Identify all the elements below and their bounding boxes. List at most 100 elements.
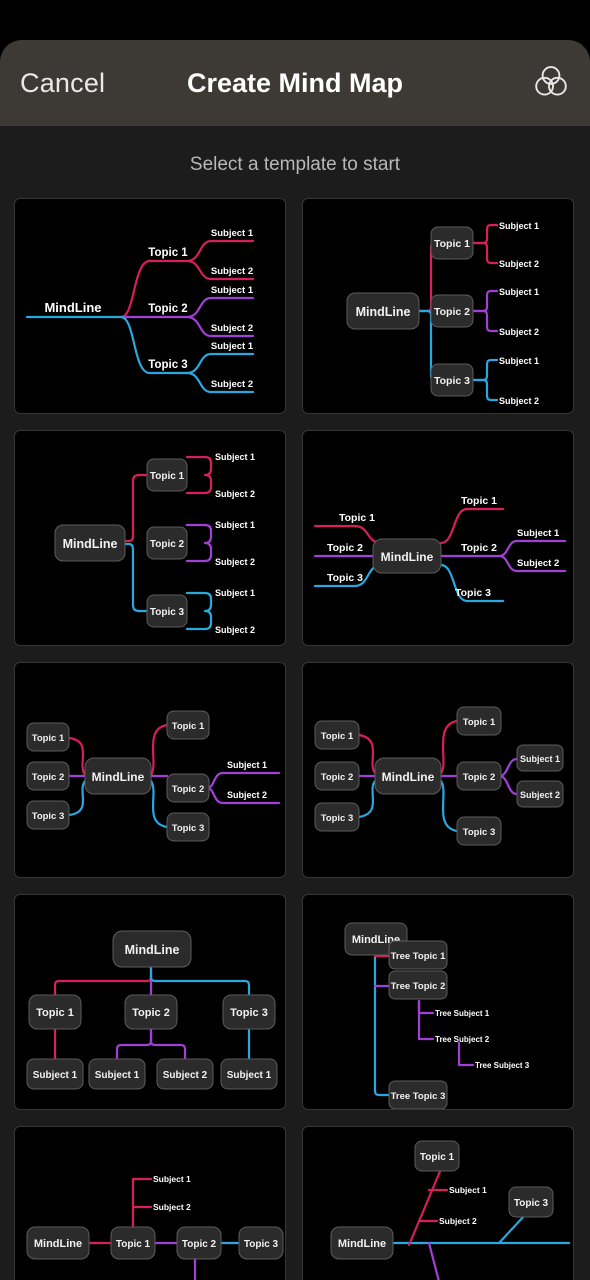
node-label: Topic 3 (514, 1198, 549, 1209)
template-card-bilateral-boxed-underline-leaves[interactable]: Topic 1 Topic 2 Topic 3 MindLine Topic 1… (14, 662, 286, 878)
template-card-top-down-org-chart[interactable]: MindLine Topic 1 Topic 2 Topic 3 Subject… (14, 894, 286, 1110)
color-theme-circles-icon (532, 62, 570, 105)
node-label: Subject 2 (153, 1202, 191, 1212)
node-label: Topic 3 (230, 1007, 268, 1019)
node-label: Topic 3 (455, 587, 491, 599)
node-label: Topic 2 (182, 1239, 217, 1250)
node-label: Subject 2 (211, 266, 253, 277)
node-label: Subject 2 (499, 259, 539, 269)
node-label: Topic 1 (434, 238, 470, 250)
node-label: MindLine (381, 550, 434, 564)
template-card-bilateral-all-boxed[interactable]: Topic 1 Topic 2 Topic 3 MindLine Topic 1… (302, 662, 574, 878)
template-card-fishbone[interactable]: MindLine Topic 1 Topic 3 Subject 1 Subje… (302, 1126, 574, 1280)
node-label: Subject 1 (517, 528, 560, 539)
template-card-bilateral-underline[interactable]: MindLine Topic 1 Topic 2 Topic 3 Topic 1… (302, 430, 574, 646)
node-label: Subject 2 (439, 1216, 477, 1226)
node-label: Topic 1 (420, 1152, 455, 1163)
template-card-right-boxed-curly[interactable]: MindLine Topic 1 Topic 2 Topic 3 Subject… (14, 430, 286, 646)
node-label: Topic 2 (150, 539, 185, 550)
template-grid: MindLine Topic 1 Subject 1 Subject 2 Top… (0, 198, 590, 1280)
node-label: Subject 1 (449, 1185, 487, 1195)
node-label: Topic 1 (172, 721, 205, 732)
node-label: Subject 2 (211, 379, 253, 390)
cancel-button[interactable]: Cancel (20, 68, 105, 99)
template-card-horizontal-chain-timeline[interactable]: MindLine Topic 1 Topic 2 Topic 3 Subject… (14, 1126, 286, 1280)
node-label: Topic 2 (132, 1007, 170, 1019)
node-label: MindLine (34, 1238, 82, 1250)
node-label: Tree Topic 1 (391, 951, 446, 962)
screen: Cancel Create Mind Map Select a template… (0, 0, 590, 1280)
node-label: Subject 1 (95, 1070, 140, 1081)
node-label: Topic 2 (327, 542, 363, 554)
node-label: Topic 1 (32, 733, 65, 744)
node-label: Subject 2 (215, 625, 255, 635)
node-label: Topic 2 (172, 784, 205, 795)
node-label: Subject 2 (517, 558, 559, 569)
template-card-vertical-tree-outline[interactable]: MindLine Tree Topic 1 Tree Topic 2 Tree … (302, 894, 574, 1110)
node-label: Subject 1 (499, 356, 539, 366)
node-label: MindLine (356, 305, 411, 319)
template-card-right-boxed-orthogonal[interactable]: MindLine Topic 1 Topic 2 Topic 3 Subject… (302, 198, 574, 414)
node-label: MindLine (382, 770, 435, 784)
node-label: Subject 1 (211, 285, 254, 296)
node-label: Topic 1 (150, 471, 185, 482)
node-label: Tree Topic 3 (391, 1091, 446, 1102)
node-label: Subject 1 (227, 760, 267, 770)
node-label: MindLine (92, 770, 145, 784)
node-label: Subject 1 (499, 221, 539, 231)
node-label: Subject 1 (215, 588, 255, 598)
node-label: Tree Subject 2 (435, 1035, 490, 1044)
node-label: Topic 3 (172, 823, 205, 834)
node-label: Subject 1 (33, 1070, 78, 1081)
node-label: Subject 1 (499, 287, 539, 297)
node-label: Topic 2 (463, 772, 496, 783)
node-label: Subject 1 (153, 1174, 191, 1184)
node-label: Subject 1 (227, 1070, 272, 1081)
node-label: Tree Topic 2 (391, 981, 446, 992)
node-label: Tree Subject 1 (435, 1009, 490, 1018)
node-label: Topic 2 (32, 772, 65, 783)
node-label: Subject 2 (215, 489, 255, 499)
node-label: Topic 1 (148, 247, 188, 259)
node-label: Subject 2 (499, 396, 539, 406)
node-label: Subject 1 (211, 341, 254, 352)
node-label: Subject 2 (211, 323, 253, 334)
node-label: Subject 2 (227, 790, 267, 800)
node-label: Subject 2 (499, 327, 539, 337)
subtitle: Select a template to start (189, 154, 401, 175)
node-label: MindLine (338, 1238, 386, 1250)
node-label: Topic 3 (32, 811, 65, 822)
node-label: MindLine (125, 943, 180, 957)
node-label: Topic 1 (321, 731, 354, 742)
node-label: Topic 3 (150, 607, 185, 618)
node-label: Subject 1 (215, 520, 255, 530)
node-label: Topic 3 (463, 827, 496, 838)
node-label: Topic 1 (339, 512, 375, 524)
node-label: Topic 3 (321, 813, 354, 824)
node-label: Topic 1 (116, 1239, 151, 1250)
node-label: Topic 2 (148, 303, 187, 315)
node-label: Subject 1 (211, 228, 254, 239)
node-label: Topic 2 (321, 772, 354, 783)
template-card-right-underline-branches[interactable]: MindLine Topic 1 Subject 1 Subject 2 Top… (14, 198, 286, 414)
create-mind-map-sheet: Cancel Create Mind Map Select a template… (0, 40, 590, 1280)
node-label: Tree Subject 3 (475, 1061, 530, 1070)
node-label: MindLine (44, 300, 101, 315)
node-label: Topic 1 (461, 495, 497, 507)
node-label: Topic 3 (434, 375, 470, 387)
node-label: Topic 3 (244, 1239, 279, 1250)
node-label: Topic 3 (327, 572, 363, 584)
node-label: Topic 1 (463, 717, 496, 728)
node-label: Topic 3 (148, 359, 187, 371)
navigation-bar: Cancel Create Mind Map (0, 40, 590, 126)
node-label: Subject 1 (520, 754, 560, 764)
node-label: MindLine (63, 537, 118, 551)
node-label: Subject 2 (215, 557, 255, 567)
node-label: Subject 1 (215, 452, 255, 462)
color-theme-button[interactable] (532, 62, 570, 105)
node-label: Topic 2 (434, 306, 470, 318)
node-label: Subject 2 (520, 790, 560, 800)
node-label: Topic 2 (461, 542, 497, 554)
node-label: Subject 2 (163, 1070, 208, 1081)
node-label: Topic 1 (36, 1007, 74, 1019)
